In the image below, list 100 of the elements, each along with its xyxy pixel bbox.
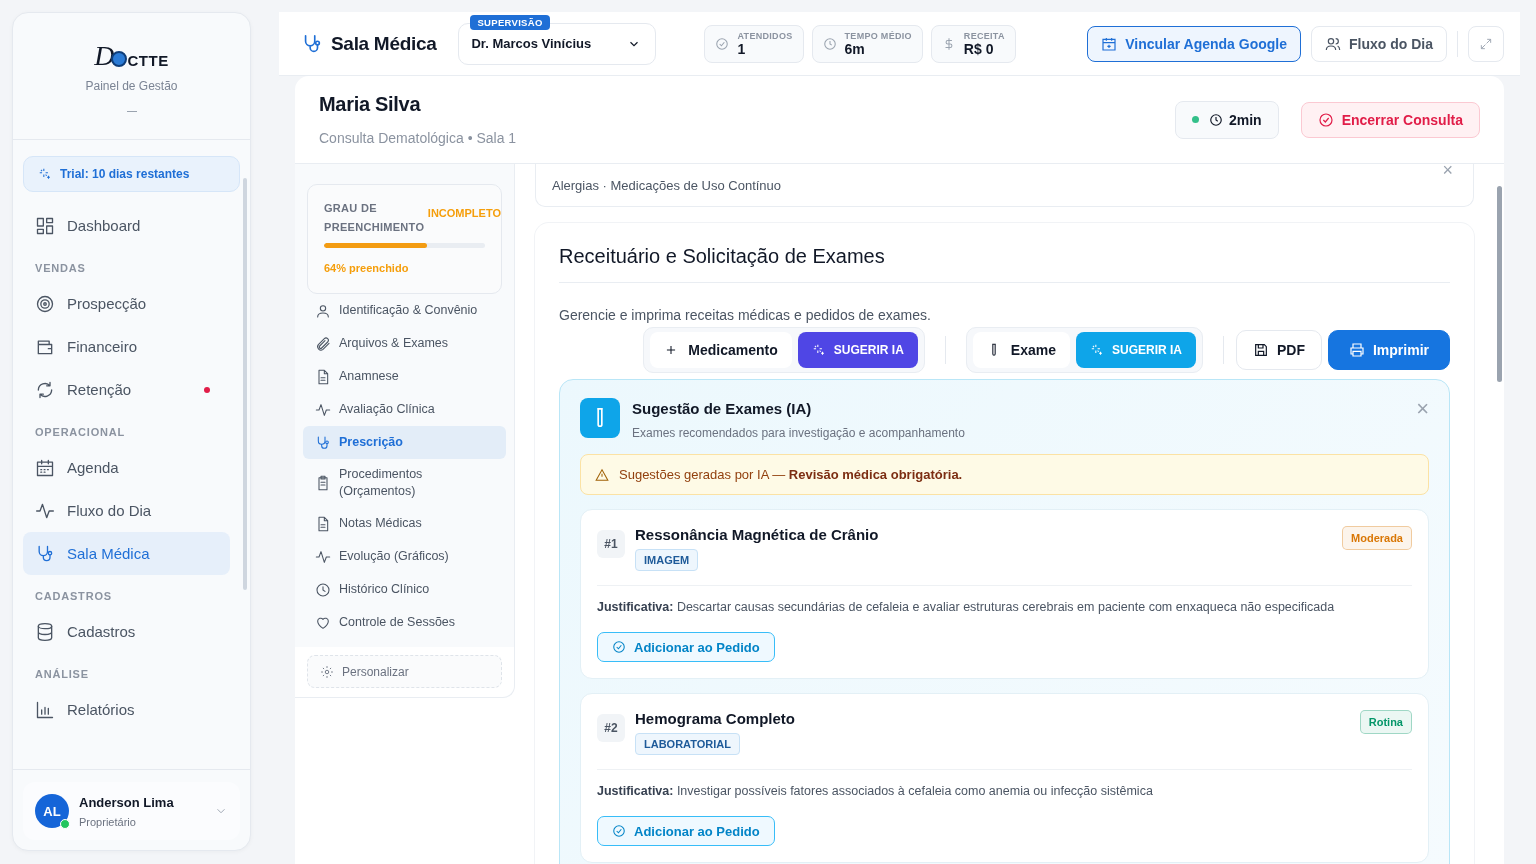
customize-button[interactable]: Personalizar [307,655,502,688]
add-to-order-button[interactable]: Adicionar ao Pedido [597,632,775,662]
warning-icon [595,467,609,482]
document-icon [315,515,331,532]
section-title: Receituário e Solicitação de Exames [559,245,1450,283]
clock-icon [315,581,331,598]
sidebar-item[interactable]: Dashboard [23,204,230,247]
section-tab[interactable]: Anamnese [303,360,506,393]
check-circle-icon [612,824,626,838]
print-button[interactable]: Imprimir [1328,330,1450,370]
check-circle-icon [612,640,626,654]
avatar: AL [35,794,69,828]
user-icon [315,302,331,319]
panel-subtitle: Exames recomendados para investigação e acompanhamento [632,426,966,440]
sparkle-icon [1089,343,1104,357]
check-circle-icon [1317,111,1334,128]
sidebar-item[interactable]: Fluxo do Dia [23,489,230,532]
pulse-icon [315,548,331,565]
grid-icon [35,215,55,236]
stat-value: 1 [737,40,747,57]
clock-icon [1208,112,1223,127]
stethoscope-icon [315,434,331,451]
allergy-text: Alergias · Medicações de Uso Contínuo [552,177,782,193]
user-name: Anderson Lima [79,794,175,810]
section-description: Gerencie e imprima receitas médicas e pedidos de exames. [559,307,932,323]
ai-suggest-button[interactable]: SUGERIR IA [797,332,918,368]
document-icon [315,368,331,385]
scrollbar[interactable] [1497,186,1502,382]
priority-tag: Rotina [1359,710,1412,734]
bar-chart-icon [35,699,55,720]
stat-label: RECEITA [963,30,1005,41]
calendar-icon [1101,35,1118,52]
pulse-icon [315,401,331,418]
patient-name: Maria Silva [319,93,422,116]
sidebar-item[interactable]: Retenção [23,368,230,411]
clipboard-icon [315,475,331,491]
section-tab[interactable]: Procedimentos (Orçamentos) [303,462,506,504]
priority-tag: Moderada [1342,526,1412,550]
sidebar-item[interactable]: Agenda [23,446,230,489]
nav-section-heading: VENDAS [34,261,87,276]
stat-value: 6m [844,40,866,57]
panel-title: Sugestão de Exames (IA) [632,400,813,417]
pdf-button[interactable]: PDF [1236,330,1322,370]
stat-value: R$ 0 [963,40,995,57]
sidebar-item[interactable]: Prospecção [23,282,230,325]
add-button[interactable]: Exame [972,332,1070,368]
warning-text: Sugestões geradas por IA — Revisão médica obrigatória. [619,467,963,482]
sidebar-item[interactable]: Cadastros [23,610,230,653]
nav-section-heading: ANÁLISE [34,667,90,682]
sparkle-icon [811,343,826,357]
scrollbar[interactable] [243,178,247,590]
gear-icon [320,664,334,679]
sparkle-icon [38,167,52,181]
brand-subtitle: Painel de Gestão [85,79,178,93]
sidebar-item[interactable]: Sala Médica [23,532,230,575]
exam-number: #1 [597,530,625,558]
exam-number: #2 [597,714,625,742]
stat-label: ATENDIDOS [737,30,793,41]
users-icon [1325,35,1341,52]
section-tab[interactable]: Controle de Sessões [303,606,506,639]
consultation-subtitle: Consulta Dematológica • Sala 1 [319,130,518,146]
exam-name: Ressonância Magnética de Crânio [635,526,879,543]
section-tab[interactable]: Evolução (Gráficos) [303,540,506,573]
section-tab[interactable]: Notas Médicas [303,507,506,540]
category-tag: IMAGEM [635,549,699,571]
section-tab[interactable]: Identificação & Convênio [303,294,506,327]
nav-section-heading: OPERACIONAL [34,425,127,440]
link-calendar-button[interactable]: Vincular Agenda Google [1087,25,1301,62]
justification-text: Justificativa: Descartar causas secundárias de cefaleia e avaliar estruturas cerebrais em paciente com enxaqueca não especificada [597,600,1336,614]
category-tag: LABORATORIAL [635,733,740,755]
exam-name: Hemograma Completo [635,710,796,727]
section-tab[interactable]: Avaliação Clínica [303,393,506,426]
section-tab[interactable]: Histórico Clínico [303,573,506,606]
refresh-icon [35,379,55,400]
add-to-order-button[interactable]: Adicionar ao Pedido [597,816,775,846]
paperclip-icon [315,335,331,352]
nav-section-heading: CADASTROS [34,589,113,604]
printer-icon [1349,342,1365,358]
trial-banner[interactable]: Trial: 10 dias restantes [23,156,240,192]
progress-status: INCOMPLETO [427,207,501,219]
progress-label: GRAU DE PREENCHIMENTO [324,201,426,235]
expand-button[interactable] [1468,25,1504,62]
sidebar-item[interactable]: Relatórios [23,688,230,731]
database-icon [35,621,55,642]
sidebar-item[interactable]: Financeiro [23,325,230,368]
add-button[interactable]: Medicamento [650,332,792,368]
section-tab[interactable]: Arquivos & Exames [303,327,506,360]
supervision-badge: SUPERVISÃO [470,14,550,30]
end-consultation-button[interactable]: Encerrar Consulta [1300,101,1480,138]
section-tab[interactable]: Prescrição [303,426,506,459]
calendar-icon [35,457,55,478]
stat-label: TEMPO MÉDIO [844,30,912,41]
test-tube-icon [580,398,620,438]
day-flow-button[interactable]: Fluxo do Dia [1311,25,1447,62]
expand-icon [1479,36,1493,51]
timer-chip: 2min [1174,100,1279,139]
justification-text: Justificativa: Investigar possíveis fatores associados à cefaleia como anemia ou infecção sistêmica [597,784,1154,798]
clock-icon [822,36,837,51]
user-role: Proprietário [79,815,137,828]
save-icon [1253,342,1269,358]
